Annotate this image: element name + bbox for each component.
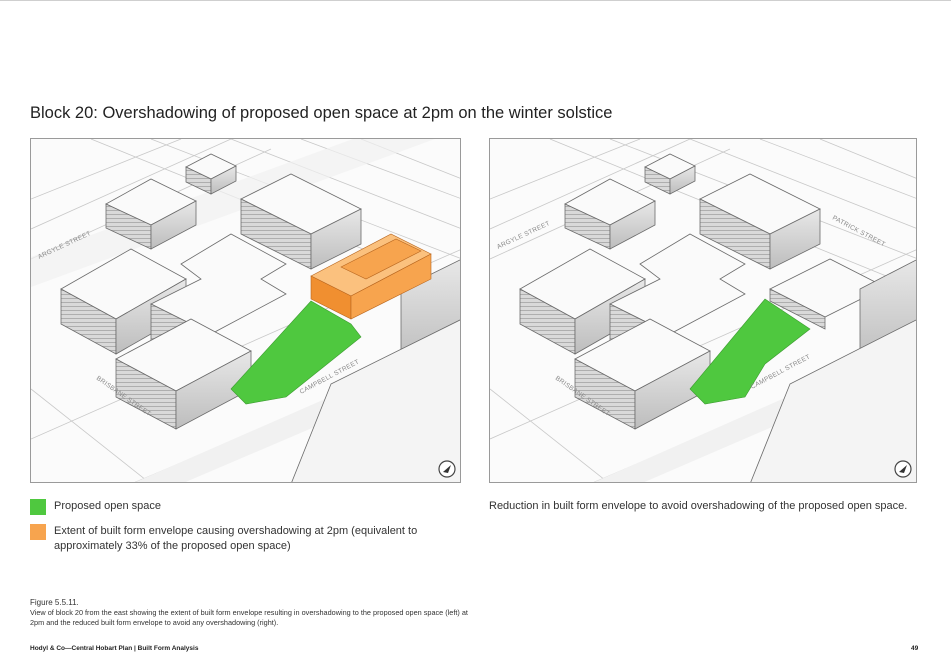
north-arrow-icon <box>438 460 456 478</box>
footer-text: Hodyl & Co—Central Hobart Plan | Built F… <box>30 645 199 652</box>
figure-description: View of block 20 from the east showing t… <box>30 608 468 627</box>
figure-number: Figure 5.5.11. <box>30 598 79 607</box>
left-axonometric-view: ARGYLE STREET BRISBANE STREET CAMPBELL S… <box>30 138 461 483</box>
legend-item-open-space: Proposed open space <box>30 499 474 515</box>
north-arrow-icon <box>894 460 912 478</box>
right-axonometric-view: ARGYLE STREET PATRICK STREET BRISBANE ST… <box>489 138 917 483</box>
street-label-argyle: ARGYLE STREET <box>496 220 551 251</box>
right-caption: Reduction in built form envelope to avoi… <box>489 500 908 512</box>
overshadowing-swatch <box>30 524 46 540</box>
street-label-patrick: PATRICK STREET <box>831 215 886 249</box>
page-title: Block 20: Overshadowing of proposed open… <box>30 104 613 122</box>
legend-label: Proposed open space <box>54 500 162 512</box>
legend-label: Extent of built form envelope causing ov… <box>54 525 418 552</box>
open-space-swatch <box>30 499 46 515</box>
top-rule <box>0 0 951 1</box>
page-number: 49 <box>911 645 919 652</box>
legend-item-overshadowing: Extent of built form envelope causing ov… <box>30 524 474 554</box>
